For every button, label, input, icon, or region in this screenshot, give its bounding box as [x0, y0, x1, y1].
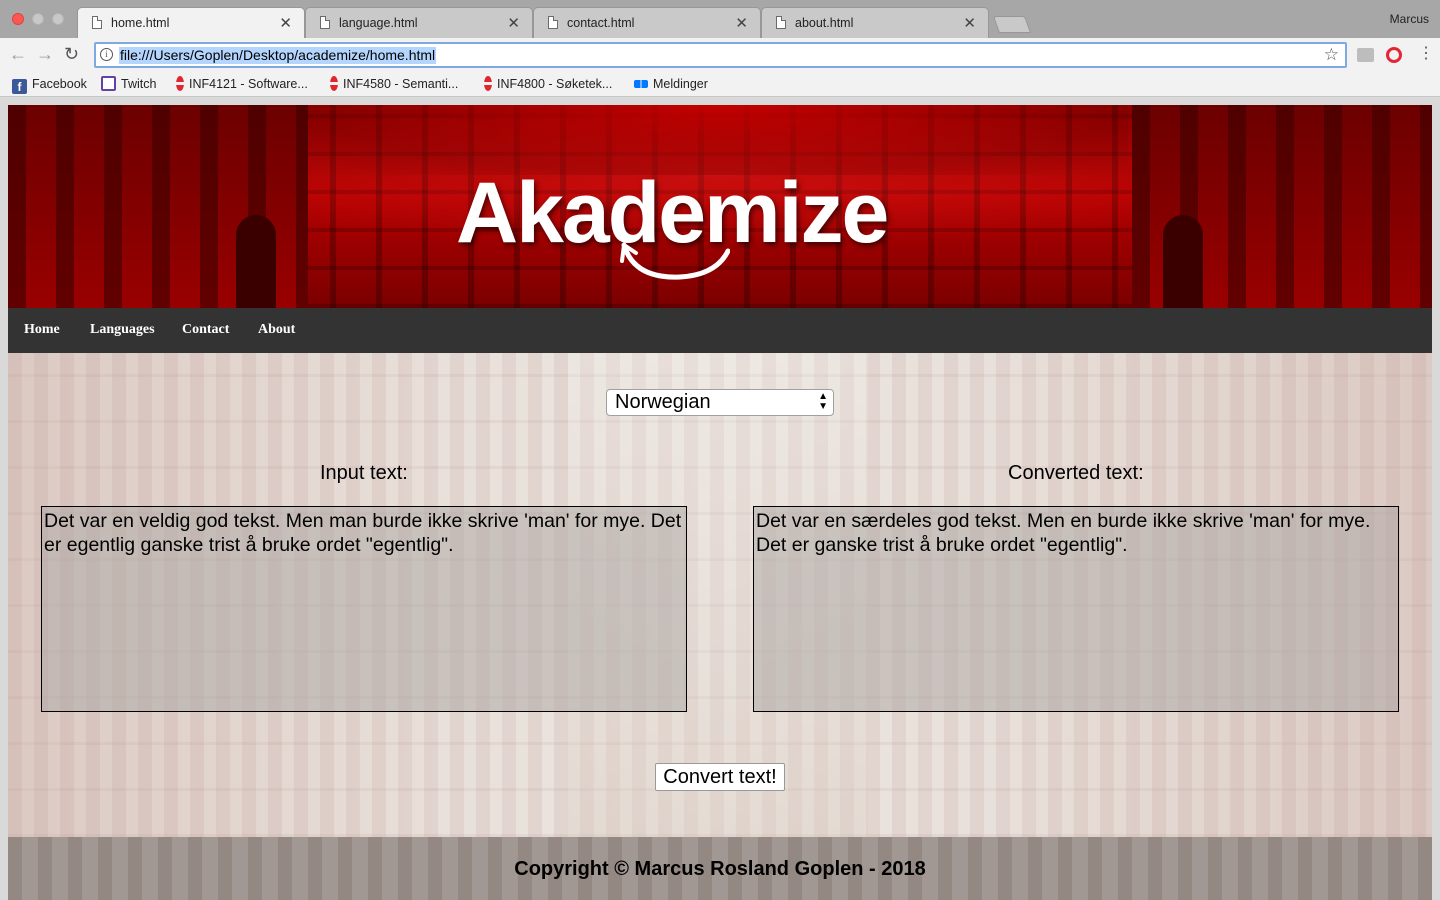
bookmark-twitch[interactable]: Twitch — [101, 75, 156, 93]
facebook-icon: f — [12, 79, 27, 94]
document-icon — [776, 16, 786, 29]
messenger-icon — [634, 80, 648, 88]
bookmark-label: INF4800 - Søketek... — [497, 77, 613, 91]
main-content: Norwegian ▲ ▼ Input text: Converted text:… — [8, 353, 1432, 837]
site-header: Akademize — [8, 105, 1432, 308]
site-footer: Copyright © Marcus Rosland Goplen - 2018 — [8, 837, 1432, 900]
copyright-text: Copyright © Marcus Rosland Goplen - 2018 — [514, 858, 926, 880]
url-text[interactable]: file:///Users/Goplen/Desktop/academize/h… — [119, 47, 437, 64]
convert-button[interactable]: Convert text! — [655, 763, 785, 791]
language-select-value: Norwegian — [615, 391, 711, 413]
bookmarks-bar: f Facebook Twitch INF4121 - Software... I… — [0, 72, 1440, 97]
tab-contact[interactable]: contact.html ✕ — [533, 7, 761, 38]
menu-icon[interactable]: ⋮ — [1418, 44, 1434, 64]
web-page: Akademize Home Languages Contact About N… — [8, 105, 1432, 900]
close-icon[interactable]: ✕ — [279, 14, 292, 32]
extension-icon[interactable] — [1357, 48, 1374, 62]
input-textarea[interactable]: Det var en veldig god tekst. Men man bur… — [41, 506, 687, 712]
close-icon[interactable]: ✕ — [963, 14, 976, 32]
nav-contact[interactable]: Contact — [182, 322, 229, 338]
tab-title: language.html — [339, 16, 418, 30]
logo-smile-arrow-icon — [620, 242, 730, 280]
document-icon — [320, 16, 330, 29]
profile-name[interactable]: Marcus — [1390, 12, 1429, 26]
opera-icon[interactable] — [1386, 47, 1402, 63]
bookmark-facebook[interactable]: f Facebook — [12, 75, 87, 94]
bookmark-inf4580[interactable]: INF4580 - Semanti... — [330, 75, 458, 93]
converted-text-label: Converted text: — [1008, 462, 1144, 484]
select-arrows-icon: ▲ ▼ — [818, 391, 828, 412]
window-close-button[interactable] — [12, 13, 24, 25]
site-navbar: Home Languages Contact About — [8, 308, 1432, 353]
bookmark-inf4800[interactable]: INF4800 - Søketek... — [484, 75, 612, 93]
document-icon — [548, 16, 558, 29]
twitch-icon — [101, 76, 116, 91]
browser-toolbar: ← → ↻ i file:///Users/Goplen/Desktop/aca… — [0, 38, 1440, 72]
bookmark-label: INF4580 - Semanti... — [343, 77, 459, 91]
forward-icon[interactable]: → — [36, 44, 54, 64]
converted-textarea[interactable]: Det var en særdeles god tekst. Men en bu… — [753, 506, 1399, 712]
document-icon — [92, 16, 102, 29]
uio-icon — [330, 76, 338, 91]
info-icon[interactable]: i — [100, 48, 113, 61]
window-minimize-button[interactable] — [32, 13, 44, 25]
uio-icon — [176, 76, 184, 91]
bookmark-label: INF4121 - Software... — [189, 77, 308, 91]
language-select[interactable]: Norwegian ▲ ▼ — [606, 389, 834, 416]
close-icon[interactable]: ✕ — [735, 14, 748, 32]
address-bar[interactable]: i file:///Users/Goplen/Desktop/academize… — [94, 42, 1347, 68]
close-icon[interactable]: ✕ — [507, 14, 520, 32]
new-tab-button[interactable] — [992, 16, 1032, 33]
nav-languages[interactable]: Languages — [90, 322, 155, 338]
input-text-label: Input text: — [320, 462, 408, 484]
bookmark-label: Meldinger — [653, 77, 708, 91]
uio-icon — [484, 76, 492, 91]
bookmark-label: Twitch — [121, 77, 157, 91]
tab-strip: home.html ✕ language.html ✕ contact.html… — [0, 0, 1440, 38]
back-icon[interactable]: ← — [9, 44, 27, 64]
window-zoom-button[interactable] — [52, 13, 64, 25]
nav-about[interactable]: About — [258, 322, 295, 338]
header-arch-left — [236, 215, 276, 308]
tab-language[interactable]: language.html ✕ — [305, 7, 533, 38]
tab-about[interactable]: about.html ✕ — [761, 7, 989, 38]
bookmark-inf4121[interactable]: INF4121 - Software... — [176, 75, 308, 93]
nav-home[interactable]: Home — [24, 322, 60, 338]
tab-home[interactable]: home.html ✕ — [77, 7, 305, 38]
bookmark-meldinger[interactable]: Meldinger — [634, 75, 708, 93]
tab-title: home.html — [111, 16, 170, 30]
bookmark-label: Facebook — [32, 77, 87, 91]
header-arch-right — [1163, 215, 1203, 308]
tab-title: contact.html — [567, 16, 635, 30]
tab-title: about.html — [795, 16, 854, 30]
bookmark-star-icon[interactable]: ☆ — [1324, 45, 1339, 65]
reload-icon[interactable]: ↻ — [64, 44, 79, 64]
